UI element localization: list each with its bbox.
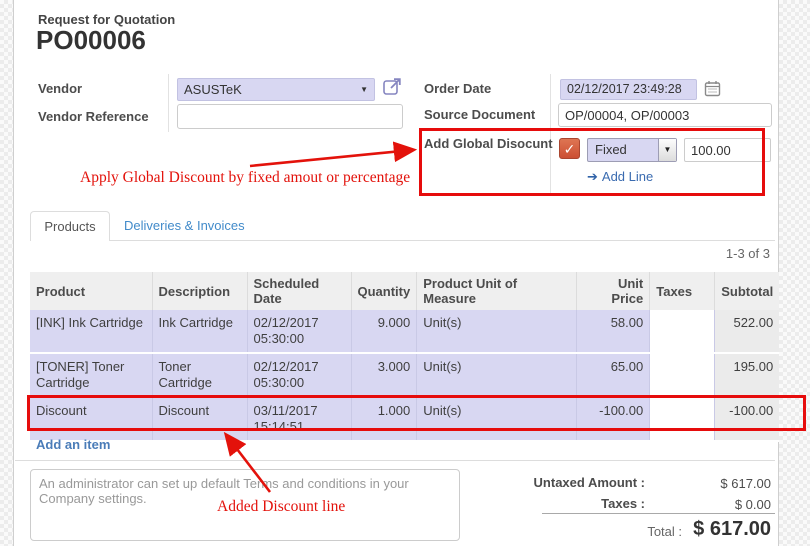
form-left-separator (168, 74, 169, 132)
vendor-select-value: ASUSTeK (184, 82, 242, 97)
col-taxes[interactable]: Taxes (650, 272, 715, 310)
add-an-item-link[interactable]: Add an item (36, 437, 110, 452)
arrow-to-global-discount (250, 150, 412, 166)
cell-quantity: 3.000 (351, 353, 417, 397)
pager-count: 1-3 of 3 (660, 246, 770, 261)
tab-deliveries-invoices[interactable]: Deliveries & Invoices (124, 218, 245, 233)
taxes-label: Taxes : (450, 496, 645, 511)
cell-subtotal: 522.00 (715, 310, 780, 353)
totals-divider (542, 513, 775, 514)
vendor-select[interactable]: ASUSTeK ▼ (177, 78, 375, 101)
annotation-bottom-note: Added Discount line (217, 498, 345, 516)
col-quantity[interactable]: Quantity (351, 272, 417, 310)
page-title: PO00006 (36, 25, 146, 56)
rfq-page: Request for Quotation PO00006 Vendor ASU… (0, 0, 810, 546)
col-description[interactable]: Description (152, 272, 247, 310)
vendor-reference-label: Vendor Reference (38, 109, 149, 124)
cell-taxes (650, 310, 715, 353)
order-date-label: Order Date (424, 81, 491, 96)
col-product[interactable]: Product (30, 272, 152, 310)
untaxed-amount-label: Untaxed Amount : (450, 475, 645, 490)
cell-description: Toner Cartridge (152, 353, 247, 397)
tab-products[interactable]: Products (30, 211, 110, 241)
cell-subtotal: 195.00 (715, 353, 780, 397)
cell-unit-price: 65.00 (577, 353, 650, 397)
cell-scheduled-date: 02/12/2017 05:30:00 (247, 353, 351, 397)
cell-product: [TONER] Toner Cartridge (30, 353, 152, 397)
source-document-label: Source Document (424, 107, 535, 122)
col-subtotal[interactable]: Subtotal (715, 272, 780, 310)
cell-quantity: 9.000 (351, 310, 417, 353)
chevron-down-icon: ▼ (360, 86, 368, 94)
calendar-icon[interactable] (704, 80, 721, 97)
highlight-box-global-discount (419, 128, 765, 196)
total-value: $ 617.00 (640, 518, 771, 541)
col-uom[interactable]: Product Unit of Measure (417, 272, 577, 310)
order-date-input[interactable]: 02/12/2017 23:49:28 (560, 79, 697, 100)
taxes-value: $ 0.00 (660, 497, 771, 512)
annotation-top-note: Apply Global Discount by fixed amout or … (80, 169, 410, 187)
cell-unit-price: 58.00 (577, 310, 650, 353)
cell-taxes (650, 353, 715, 397)
col-unit-price[interactable]: Unit Price (577, 272, 650, 310)
source-document-input[interactable] (558, 103, 772, 127)
untaxed-amount-value: $ 617.00 (660, 476, 771, 491)
cell-description: Ink Cartridge (152, 310, 247, 353)
cell-uom: Unit(s) (417, 353, 577, 397)
cell-product: [INK] Ink Cartridge (30, 310, 152, 353)
col-scheduled-date[interactable]: Scheduled Date (247, 272, 351, 310)
transparency-checker-left (0, 0, 14, 546)
order-date-value: 02/12/2017 23:49:28 (567, 82, 682, 96)
transparency-checker-right (778, 0, 810, 546)
table-header-row: Product Description Scheduled Date Quant… (30, 272, 779, 310)
highlight-box-discount-line (27, 395, 806, 431)
cell-uom: Unit(s) (417, 310, 577, 353)
cell-scheduled-date: 02/12/2017 05:30:00 (247, 310, 351, 353)
table-row-ink[interactable]: [INK] Ink Cartridge Ink Cartridge 02/12/… (30, 310, 779, 353)
tab-bar-divider (30, 240, 775, 241)
sheet-bottom-divider (15, 460, 775, 461)
vendor-reference-input[interactable] (177, 104, 403, 129)
vendor-label: Vendor (38, 81, 82, 96)
external-link-icon[interactable] (382, 76, 403, 97)
table-row-toner[interactable]: [TONER] Toner Cartridge Toner Cartridge … (30, 353, 779, 397)
